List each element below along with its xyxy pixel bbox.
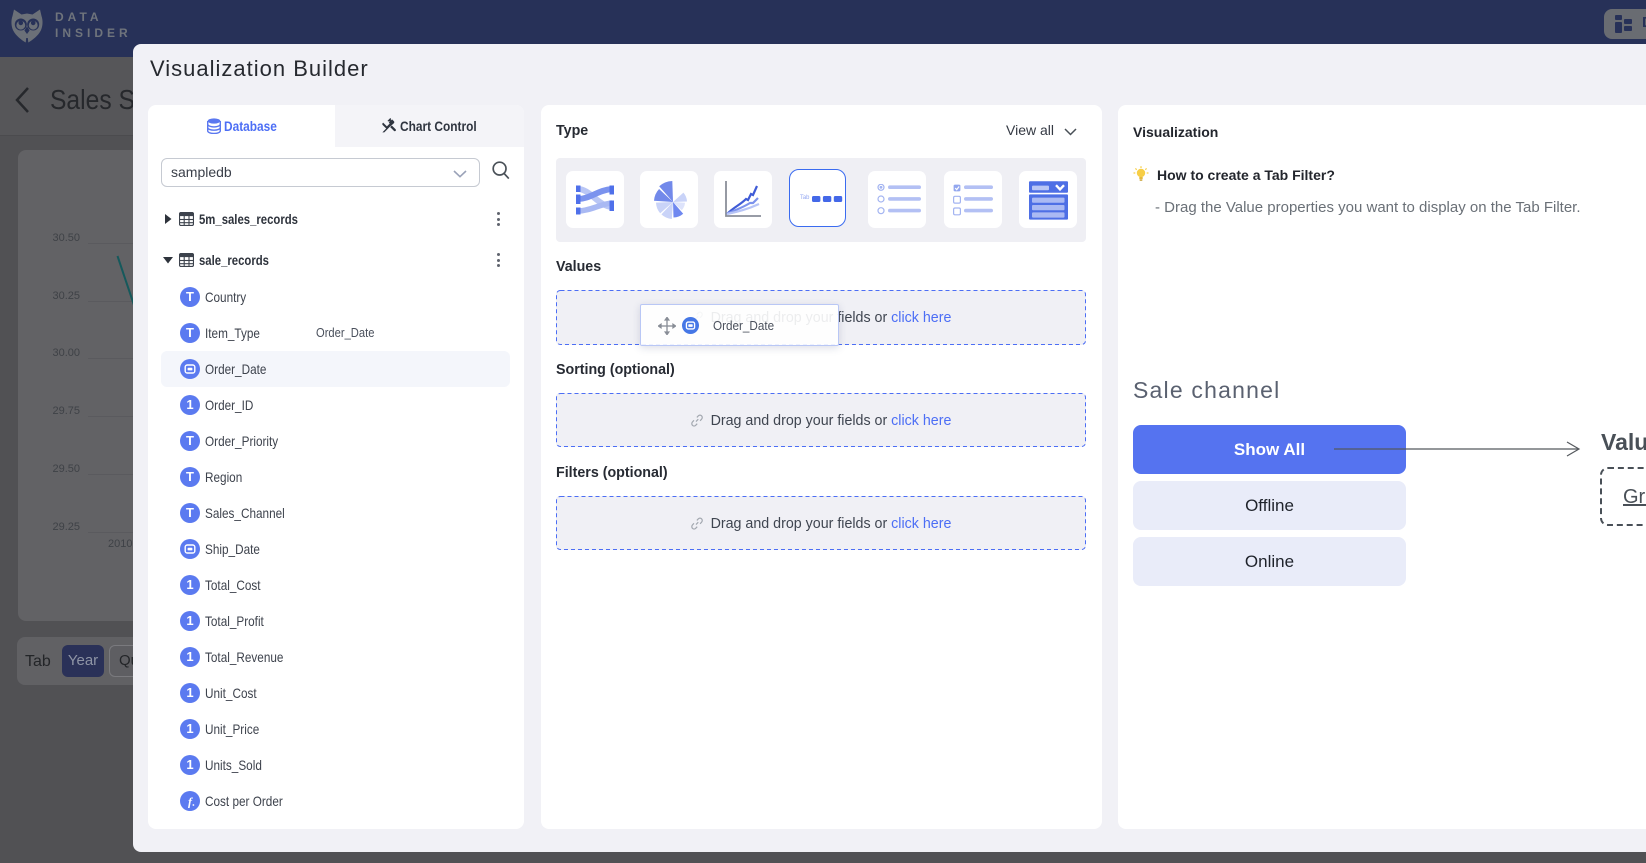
svg-text:f: f <box>188 794 193 808</box>
